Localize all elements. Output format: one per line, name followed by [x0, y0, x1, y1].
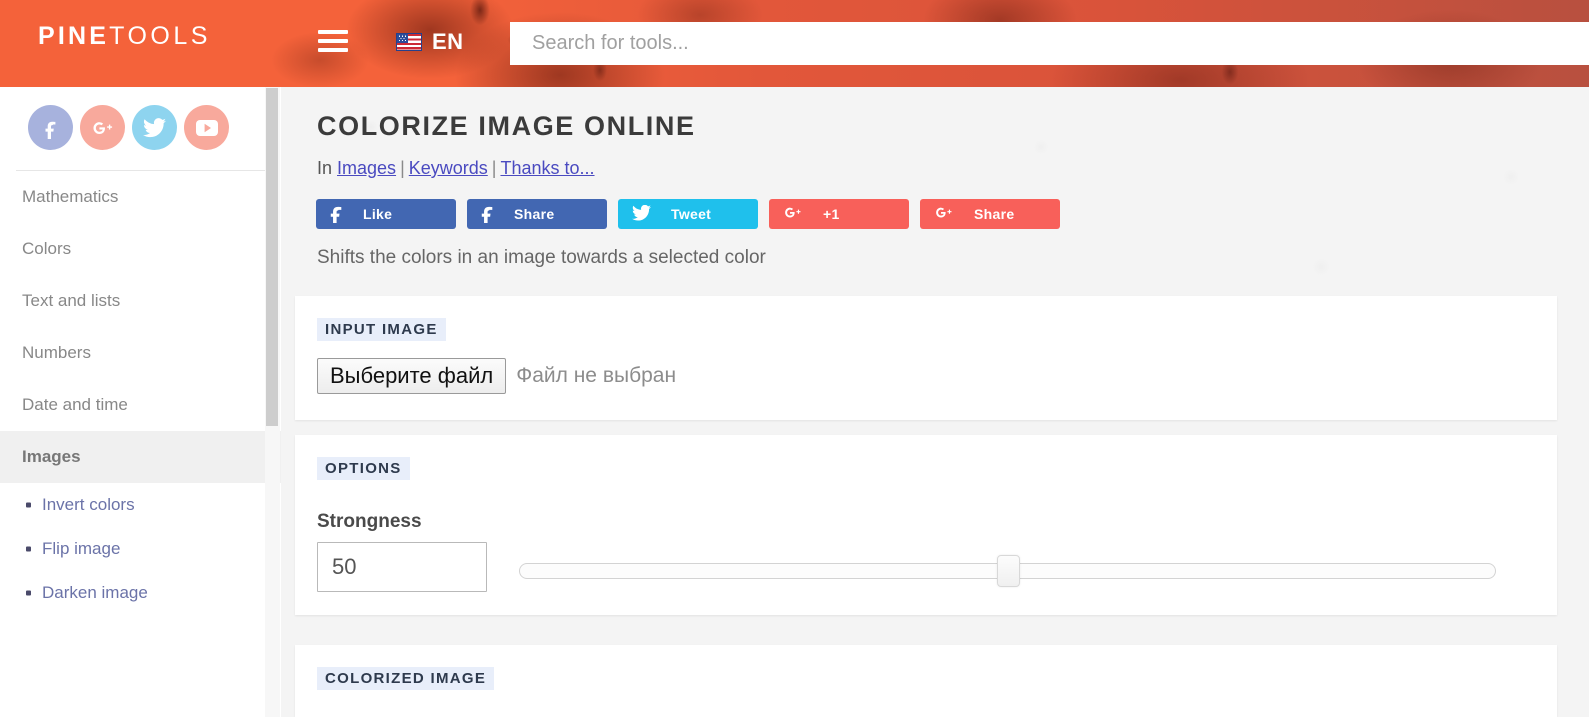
hamburger-menu-icon[interactable] — [318, 28, 348, 56]
sidebar-scrollbar[interactable] — [265, 87, 280, 717]
site-logo[interactable]: PINETOOLS — [38, 24, 211, 49]
facebook-share-button[interactable]: Share — [467, 199, 607, 229]
sidebar-item-label: Mathematics — [22, 187, 119, 206]
sidebar-item-text-and-lists[interactable]: Text and lists — [0, 275, 281, 327]
sidebar-item-mathematics[interactable]: Mathematics — [0, 171, 281, 223]
us-flag-icon — [396, 33, 422, 51]
breadcrumb-separator: | — [400, 158, 405, 178]
main-content: COLORIZE IMAGE ONLINE In Images | Keywords… — [281, 87, 1589, 717]
tool-description: Shifts the colors in an image towards a … — [317, 247, 766, 268]
sidebar-item-label: Numbers — [22, 343, 91, 362]
sidebar-item-label: Date and time — [22, 395, 128, 414]
facebook-like-button[interactable]: Like — [316, 199, 456, 229]
twitter-icon — [632, 204, 651, 224]
breadcrumb-link-keywords[interactable]: Keywords — [409, 158, 488, 178]
sidebar: Mathematics Colors Text and lists Number… — [0, 87, 281, 717]
sidebar-social-links — [0, 87, 281, 150]
social-twitter-button[interactable] — [132, 105, 177, 150]
sidebar-item-label: Text and lists — [22, 291, 121, 310]
hamburger-bar — [318, 39, 348, 43]
facebook-icon — [40, 117, 62, 139]
youtube-icon — [195, 119, 219, 137]
strongness-input[interactable] — [317, 542, 487, 592]
hamburger-bar — [318, 48, 348, 52]
bullet-icon — [26, 546, 31, 552]
breadcrumb-separator: | — [491, 158, 497, 178]
file-upload-row: Выберите файл Файл не выбран — [317, 358, 676, 394]
logo-bold-text: PINE — [38, 22, 110, 50]
sidebar-item-label: Images — [22, 447, 81, 466]
language-selector[interactable]: EN — [396, 29, 464, 55]
site-header: PINETOOLS EN — [0, 0, 1589, 87]
sidebar-subitem-invert-colors[interactable]: Invert colors — [0, 483, 281, 527]
sidebar-scrollbar-thumb[interactable] — [266, 88, 278, 426]
strongness-control-row — [317, 542, 1496, 592]
sidebar-item-date-and-time[interactable]: Date and time — [0, 379, 281, 431]
options-panel: OPTIONS Strongness — [295, 435, 1557, 615]
breadcrumb-link-images[interactable]: Images — [337, 158, 396, 178]
share-button-label: Share — [514, 206, 555, 222]
twitter-tweet-button[interactable]: Tweet — [618, 199, 758, 229]
search-input[interactable] — [510, 22, 1589, 65]
choose-file-button[interactable]: Выберите файл — [317, 358, 507, 394]
slider-thumb[interactable] — [997, 555, 1020, 587]
facebook-icon — [330, 203, 343, 226]
search-box[interactable] — [510, 22, 1589, 65]
page-title: COLORIZE IMAGE ONLINE — [317, 111, 696, 141]
share-button-label: Tweet — [671, 206, 712, 222]
sidebar-subitem-darken-image[interactable]: Darken image — [0, 571, 281, 615]
googleplus-plusone-button[interactable]: +1 — [769, 199, 909, 229]
sidebar-subitem-flip-image[interactable]: Flip image — [0, 527, 281, 571]
logo-thin-text: TOOLS — [109, 22, 211, 50]
google-plus-icon — [934, 204, 954, 224]
share-button-label: +1 — [823, 206, 840, 222]
share-button-label: Like — [363, 206, 393, 222]
sidebar-item-numbers[interactable]: Numbers — [0, 327, 281, 379]
options-panel-title: OPTIONS — [317, 457, 410, 480]
google-plus-icon — [783, 204, 803, 224]
social-share-row: Like Share Tweet +1 Share — [316, 199, 1060, 229]
facebook-icon — [481, 203, 494, 226]
google-plus-icon — [91, 117, 115, 139]
sidebar-subitem-label: Flip image — [42, 539, 121, 558]
sidebar-item-colors[interactable]: Colors — [0, 223, 281, 275]
hamburger-bar — [318, 30, 348, 34]
bullet-icon — [26, 590, 31, 596]
breadcrumb-link-thanks-to[interactable]: Thanks to... — [500, 158, 594, 178]
sidebar-subitem-label: Invert colors — [42, 495, 135, 514]
colorized-image-panel-title: COLORIZED IMAGE — [317, 667, 495, 690]
file-status-label: Файл не выбран — [516, 364, 677, 387]
input-image-panel: INPUT IMAGE Выберите файл Файл не выбран — [295, 296, 1557, 420]
googleplus-share-button[interactable]: Share — [920, 199, 1060, 229]
share-button-label: Share — [974, 206, 1015, 222]
bullet-icon — [26, 502, 31, 508]
colorized-image-panel: COLORIZED IMAGE — [295, 645, 1557, 717]
strongness-label: Strongness — [317, 511, 422, 532]
sidebar-item-images[interactable]: Images — [0, 431, 281, 483]
social-facebook-button[interactable] — [28, 105, 73, 150]
social-youtube-button[interactable] — [184, 105, 229, 150]
sidebar-subitem-label: Darken image — [42, 583, 148, 602]
breadcrumb: In Images | Keywords | Thanks to... — [317, 158, 595, 179]
language-label: EN — [432, 29, 464, 54]
strongness-slider[interactable] — [519, 542, 1496, 592]
social-googleplus-button[interactable] — [80, 105, 125, 150]
input-image-panel-title: INPUT IMAGE — [317, 318, 446, 341]
sidebar-item-label: Colors — [22, 239, 72, 258]
breadcrumb-prefix: In — [317, 158, 333, 178]
twitter-icon — [143, 117, 166, 138]
